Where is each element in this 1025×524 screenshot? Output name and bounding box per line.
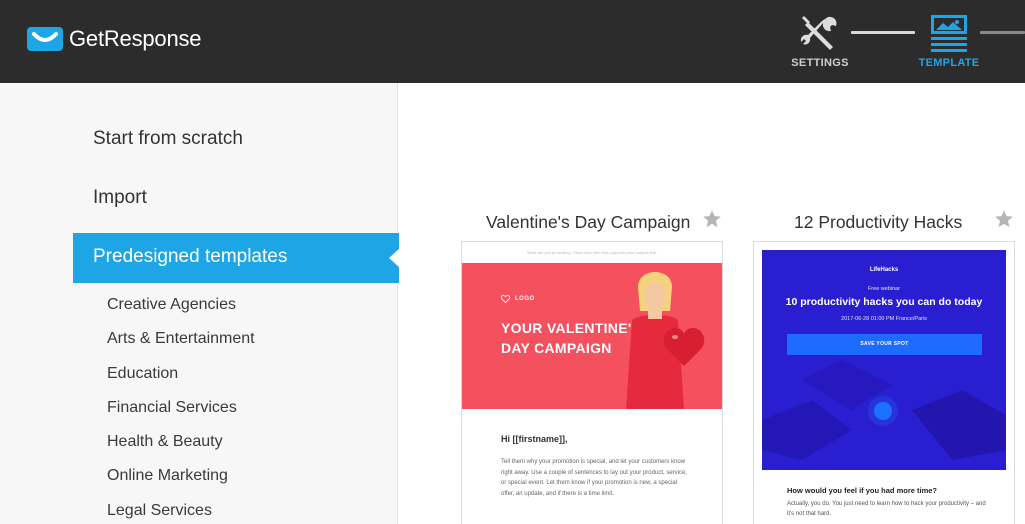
- start-from-scratch-link[interactable]: Start from scratch: [93, 128, 243, 150]
- step-connector: [980, 31, 1025, 34]
- category-health-beauty[interactable]: Health & Beauty: [107, 432, 255, 466]
- category-arts-entertainment[interactable]: Arts & Entertainment: [107, 329, 255, 363]
- getresponse-logo[interactable]: GetResponse: [27, 26, 202, 52]
- hero-banner: LOGO YOUR VALENTINE'S DAY CAMPAIGN: [462, 263, 722, 409]
- step-settings-label: SETTINGS: [791, 57, 849, 69]
- email-body-text: Actually, you do. You just need to learn…: [787, 501, 986, 517]
- settings-tools-icon: [787, 14, 853, 54]
- template-sidebar: Start from scratch Import Predesigned te…: [0, 83, 400, 524]
- category-legal-services[interactable]: Legal Services: [107, 501, 255, 524]
- category-education[interactable]: Education: [107, 364, 255, 398]
- hero-headline: 10 productivity hacks you can do today: [785, 296, 983, 308]
- hero-kicker: Free webinar: [867, 286, 901, 292]
- step-settings[interactable]: SETTINGS: [787, 14, 853, 69]
- template-thumbnail-productivity[interactable]: LifeHacks Free webinar 10 productivity h…: [753, 241, 1015, 524]
- template-title[interactable]: 12 Productivity Hacks: [794, 212, 962, 233]
- hero-photo: [626, 272, 705, 409]
- question-text: How would you feel if you had more time?: [787, 486, 938, 495]
- hero-banner: LifeHacks Free webinar 10 productivity h…: [762, 250, 1006, 470]
- step-connector: [851, 31, 915, 34]
- location-pin-icon: [874, 402, 892, 420]
- logo-envelope-icon: [27, 27, 63, 51]
- preheader-text: What are you promoting? Short intro here…: [527, 250, 657, 255]
- step-template-label: TEMPLATE: [918, 57, 980, 69]
- save-spot-button: SAVE YOUR SPOT: [787, 334, 982, 355]
- template-thumbnail-valentines[interactable]: What are you promoting? Short intro here…: [461, 241, 723, 524]
- predesigned-templates-label: Predesigned templates: [93, 246, 288, 267]
- template-icon: [913, 14, 985, 54]
- import-link[interactable]: Import: [93, 187, 147, 209]
- category-financial-services[interactable]: Financial Services: [107, 398, 255, 432]
- category-creative-agencies[interactable]: Creative Agencies: [107, 295, 255, 329]
- event-date: 2017-06-28 01:00 PM France/Paris: [841, 316, 927, 322]
- top-bar: GetResponse SETTINGS TEMPLATE: [0, 0, 1025, 83]
- brand-name: GetResponse: [69, 26, 202, 51]
- favorite-star-icon[interactable]: [702, 209, 722, 229]
- hero-brand: LifeHacks: [869, 267, 899, 273]
- template-title[interactable]: Valentine's Day Campaign: [486, 212, 690, 233]
- template-gallery: Valentine's Day Campaign What are you pr…: [399, 83, 1025, 524]
- step-template[interactable]: TEMPLATE: [913, 14, 985, 69]
- hero-background: [762, 360, 1006, 460]
- greeting-text: Hi [[firstname]],: [501, 434, 568, 444]
- favorite-star-icon[interactable]: [994, 209, 1014, 229]
- category-list: Creative Agencies Arts & Entertainment E…: [107, 295, 255, 524]
- email-body-text: Tell them why your promotion is special,…: [501, 459, 687, 497]
- predesigned-templates-link[interactable]: Predesigned templates: [73, 233, 400, 283]
- category-online-marketing[interactable]: Online Marketing: [107, 466, 255, 500]
